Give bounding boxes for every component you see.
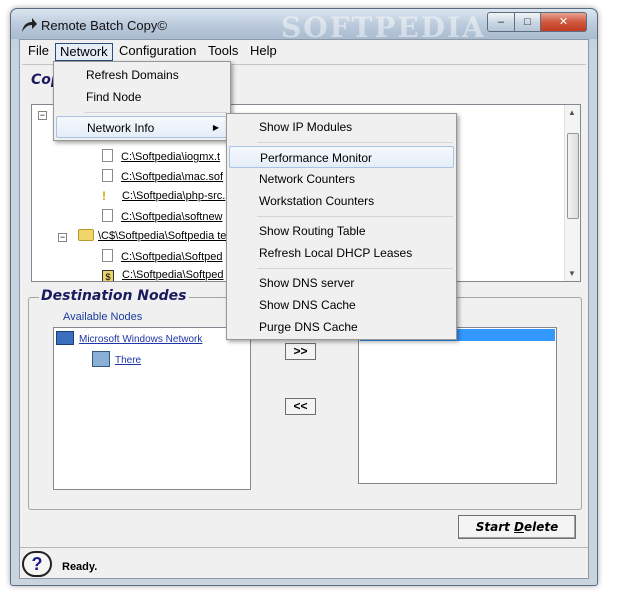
network-menu: Refresh Domains Find Node Network Info ▶ bbox=[53, 61, 231, 141]
tree-item[interactable]: C:\Softpedia\mac.sof bbox=[102, 169, 223, 185]
script-icon: $ bbox=[102, 270, 114, 281]
menu-refresh-domains[interactable]: Refresh Domains bbox=[56, 64, 228, 86]
menu-show-routing-table[interactable]: Show Routing Table bbox=[229, 220, 454, 242]
status-text: Ready. bbox=[62, 561, 98, 573]
menu-help[interactable]: Help bbox=[246, 43, 281, 61]
tree-item[interactable]: $ C:\Softpedia\Softped bbox=[102, 269, 224, 281]
folder-icon bbox=[78, 229, 94, 241]
menu-divider bbox=[257, 216, 453, 217]
menu-network-counters[interactable]: Network Counters bbox=[229, 168, 454, 190]
status-separator bbox=[20, 547, 588, 548]
menu-divider bbox=[257, 268, 453, 269]
menu-tools[interactable]: Tools bbox=[204, 43, 242, 61]
destination-nodes-list[interactable] bbox=[358, 327, 557, 484]
file-icon bbox=[102, 149, 113, 162]
destination-title: Destination Nodes bbox=[39, 288, 189, 304]
menu-divider bbox=[84, 112, 227, 113]
network-icon bbox=[56, 331, 74, 345]
scroll-up-icon[interactable]: ▲ bbox=[568, 108, 576, 117]
tree-item[interactable]: C:\Softpedia\iogmx.t bbox=[102, 149, 220, 165]
tree-collapse-toggle[interactable]: − bbox=[58, 233, 67, 242]
tree-collapse-toggle[interactable]: − bbox=[38, 111, 47, 120]
menu-workstation-counters[interactable]: Workstation Counters bbox=[229, 190, 454, 212]
start-delete-button[interactable]: Start Delete bbox=[458, 515, 576, 539]
menu-show-dns-server[interactable]: Show DNS server bbox=[229, 272, 454, 294]
close-button[interactable]: ✕ bbox=[540, 12, 587, 32]
remove-node-button[interactable]: << bbox=[285, 398, 316, 415]
tree-scrollbar[interactable]: ▲ ▼ bbox=[564, 105, 580, 281]
maximize-button[interactable]: □ bbox=[514, 12, 541, 32]
scroll-thumb[interactable] bbox=[567, 133, 579, 219]
menu-divider bbox=[257, 142, 453, 143]
menu-performance-monitor[interactable]: Performance Monitor bbox=[229, 146, 454, 168]
menu-refresh-dhcp-leases[interactable]: Refresh Local DHCP Leases bbox=[229, 242, 454, 264]
file-icon bbox=[102, 169, 113, 182]
available-nodes-label: Available Nodes bbox=[63, 311, 143, 323]
menu-file[interactable]: File bbox=[24, 43, 53, 61]
available-nodes-tree[interactable]: Microsoft Windows Network There bbox=[53, 327, 251, 490]
warning-icon: ! bbox=[102, 189, 106, 203]
menu-find-node[interactable]: Find Node bbox=[56, 86, 228, 108]
computer-icon bbox=[92, 351, 110, 367]
file-icon bbox=[102, 209, 113, 222]
add-node-button[interactable]: >> bbox=[285, 343, 316, 360]
submenu-arrow-icon: ▶ bbox=[212, 123, 219, 132]
scroll-down-icon[interactable]: ▼ bbox=[568, 269, 576, 278]
tree-item[interactable]: C:\Softpedia\softnew bbox=[102, 209, 223, 225]
tree-folder[interactable]: \C$\Softpedia\Softpedia te bbox=[78, 229, 226, 245]
node-network[interactable]: Microsoft Windows Network bbox=[56, 331, 202, 345]
app-arrow-icon bbox=[22, 18, 37, 32]
title-bar[interactable]: Remote Batch Copy© SOFTPEDIA – □ ✕ bbox=[11, 9, 597, 44]
node-there[interactable]: There bbox=[92, 351, 141, 367]
menu-bar: File Network Configuration Tools Help bbox=[20, 40, 588, 62]
tree-item[interactable]: ! C:\Softpedia\php-src. bbox=[102, 189, 225, 205]
menu-network[interactable]: Network bbox=[55, 43, 113, 61]
menu-network-info[interactable]: Network Info ▶ bbox=[56, 116, 228, 138]
minimize-button[interactable]: – bbox=[487, 12, 515, 32]
network-info-submenu: Show IP Modules Performance Monitor Netw… bbox=[226, 113, 457, 340]
help-icon[interactable]: ? bbox=[22, 551, 52, 577]
window-title: Remote Batch Copy© bbox=[41, 18, 167, 33]
menu-purge-dns-cache[interactable]: Purge DNS Cache bbox=[229, 316, 454, 338]
file-icon bbox=[102, 249, 113, 262]
menu-show-dns-cache[interactable]: Show DNS Cache bbox=[229, 294, 454, 316]
menu-configuration[interactable]: Configuration bbox=[115, 43, 200, 61]
menu-show-ip-modules[interactable]: Show IP Modules bbox=[229, 116, 454, 138]
tree-item[interactable]: C:\Softpedia\Softped bbox=[102, 249, 223, 265]
